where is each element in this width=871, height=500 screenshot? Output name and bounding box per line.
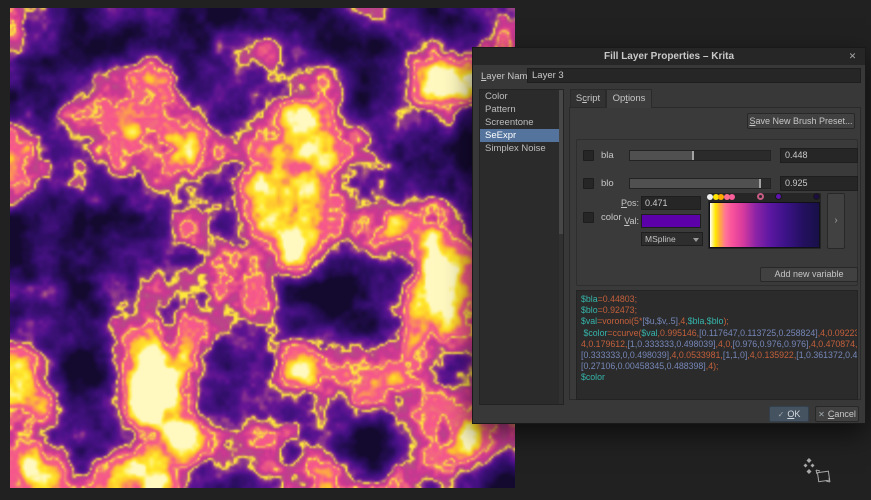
- cancel-button[interactable]: ✕Cancel: [815, 406, 859, 422]
- generator-item-screentone[interactable]: Screentone: [480, 116, 563, 129]
- blo-label: blo: [601, 178, 614, 189]
- interpolation-value: MSpline: [645, 234, 676, 244]
- close-icon[interactable]: ✕: [846, 50, 859, 63]
- chevron-down-icon: [693, 238, 699, 242]
- dialog-titlebar[interactable]: Fill Layer Properties – Krita ✕: [473, 48, 865, 65]
- generator-item-seexpr[interactable]: SeExpr: [480, 129, 563, 142]
- gradient-stop[interactable]: [729, 194, 735, 200]
- pos-input[interactable]: 0.471: [641, 196, 701, 210]
- tool-cursor: [803, 458, 839, 488]
- gradient-stop[interactable]: [757, 193, 764, 200]
- generator-list: Color Pattern Screentone SeExpr Simplex …: [479, 89, 564, 405]
- gradient-stop[interactable]: [813, 193, 820, 200]
- check-icon: ✓: [778, 410, 785, 419]
- interpolation-combobox[interactable]: MSpline: [641, 232, 703, 246]
- bla-value-input[interactable]: 0.448: [780, 148, 858, 163]
- add-new-variable-button[interactable]: Add new variable: [760, 267, 858, 282]
- save-new-brush-preset-button[interactable]: Save New Brush Preset...: [747, 113, 855, 129]
- generator-item-color[interactable]: Color: [480, 90, 563, 103]
- move-cursor-icon: [804, 458, 815, 474]
- blo-slider-handle[interactable]: [759, 179, 761, 188]
- list-scrollbar[interactable]: [559, 90, 563, 404]
- seexpr-script-output[interactable]: $bla=0.44803;$blo=0.92473;$val=voronoi(5…: [576, 290, 858, 400]
- tab-options[interactable]: Options: [606, 89, 652, 108]
- color-checkbox[interactable]: [583, 212, 594, 223]
- ok-button[interactable]: ✓OK: [769, 406, 809, 422]
- val-label: Val:: [619, 216, 639, 226]
- gradient-editor[interactable]: [708, 193, 821, 249]
- x-icon: ✕: [818, 410, 825, 419]
- bla-slider-handle[interactable]: [692, 151, 694, 160]
- bla-slider[interactable]: [629, 150, 771, 161]
- tab-script[interactable]: Script: [570, 89, 606, 108]
- variables-groupbox: bla 0.448 blo 0.925 color Pos: 0.471 Val…: [576, 139, 858, 286]
- bla-label: bla: [601, 150, 614, 161]
- blo-value-input[interactable]: 0.925: [780, 176, 858, 191]
- generator-item-simplex-noise[interactable]: Simplex Noise: [480, 142, 563, 155]
- generator-item-pattern[interactable]: Pattern: [480, 103, 563, 116]
- gradient-stop[interactable]: [775, 193, 782, 200]
- fill-layer-properties-dialog: Fill Layer Properties – Krita ✕ Layer Na…: [472, 47, 866, 424]
- blo-slider[interactable]: [629, 178, 771, 189]
- transform-cursor-icon: [816, 470, 830, 482]
- blo-checkbox[interactable]: [583, 178, 594, 189]
- gradient-expand-button[interactable]: ›: [827, 193, 845, 249]
- dialog-title: Fill Layer Properties – Krita: [604, 51, 734, 62]
- canvas-layer-preview[interactable]: [10, 8, 515, 488]
- bla-checkbox[interactable]: [583, 150, 594, 161]
- options-panel: Save New Brush Preset... bla 0.448 blo 0…: [569, 107, 861, 400]
- layer-name-input[interactable]: Layer 3: [527, 68, 861, 83]
- gradient-ramp[interactable]: [709, 202, 820, 248]
- val-color-swatch[interactable]: [641, 214, 701, 228]
- pos-label: Pos:: [619, 198, 639, 208]
- gradient-stop-dots[interactable]: [709, 193, 820, 202]
